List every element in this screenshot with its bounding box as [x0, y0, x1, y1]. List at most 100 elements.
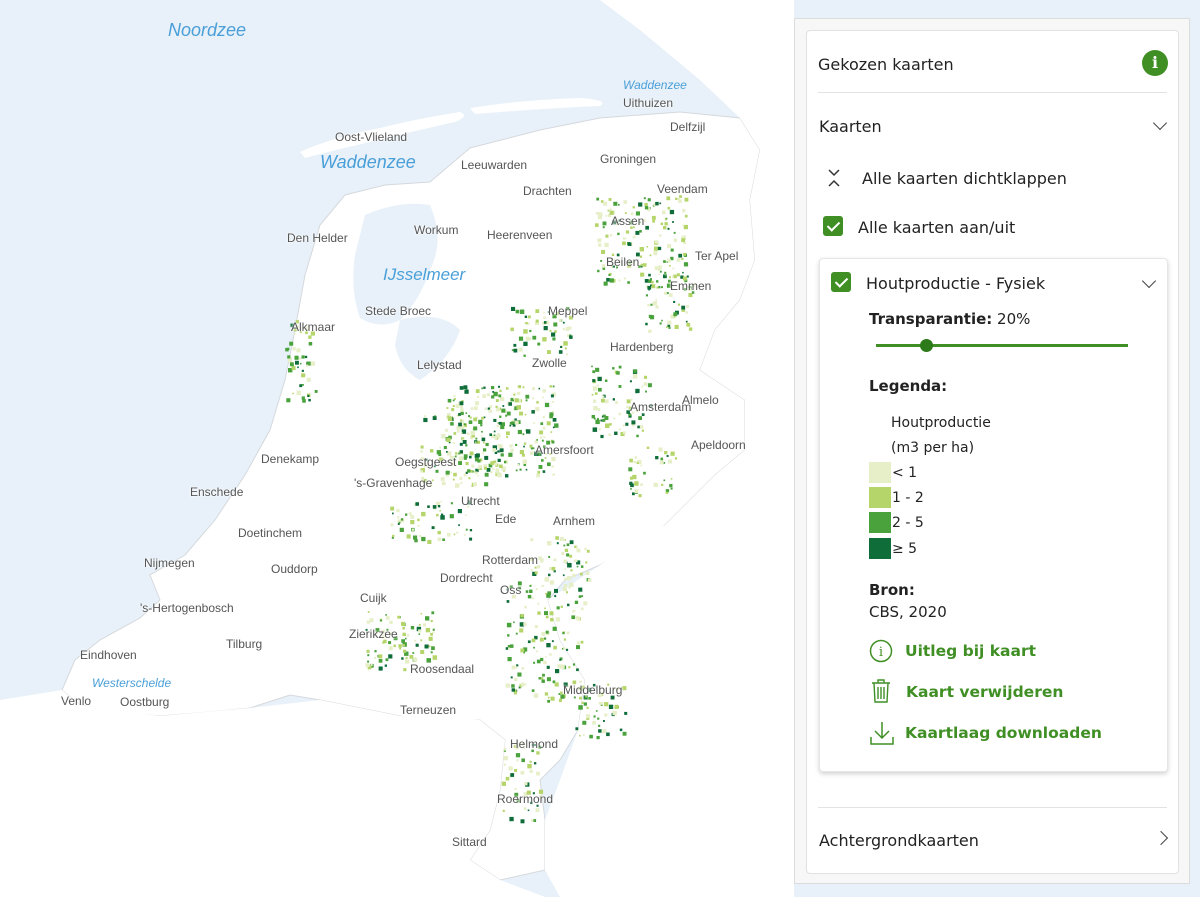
forest-cell — [542, 673, 545, 677]
collapse-all-icon[interactable] — [827, 167, 841, 189]
forest-cell — [525, 322, 528, 325]
forest-cell — [600, 200, 604, 203]
forest-cell — [668, 459, 672, 464]
forest-cell — [498, 444, 503, 449]
place-label: Dordrecht — [440, 571, 493, 585]
forest-cell — [605, 234, 609, 238]
forest-cell — [536, 401, 539, 404]
forest-cell — [543, 321, 547, 324]
forest-cell — [659, 202, 662, 205]
info-icon[interactable]: i — [1142, 50, 1168, 76]
download-icon[interactable] — [869, 720, 895, 746]
forest-cell — [593, 399, 597, 403]
forest-cell — [598, 724, 601, 727]
forest-cell — [465, 528, 468, 531]
forest-cell — [538, 387, 541, 390]
forest-cell — [535, 309, 540, 313]
forest-cell — [402, 627, 405, 630]
forest-cell — [452, 405, 455, 407]
legend-swatch-1 — [869, 462, 891, 483]
place-label: Zierikzee — [349, 627, 398, 641]
forest-cell — [565, 327, 570, 331]
forest-cell — [505, 647, 509, 650]
forest-cell — [626, 405, 629, 408]
forest-cell — [515, 443, 518, 446]
transparency-slider-handle[interactable] — [919, 339, 933, 352]
forest-cell — [589, 734, 593, 739]
forest-cell — [655, 305, 659, 309]
forest-cell — [603, 720, 605, 722]
forest-cell — [681, 305, 686, 310]
transparency-slider-track[interactable] — [876, 344, 1128, 347]
forest-cell — [489, 405, 493, 408]
forest-cell — [671, 275, 674, 278]
forest-cell — [464, 534, 466, 536]
forest-cell — [414, 656, 417, 659]
forest-cell — [645, 225, 649, 230]
forest-cell — [537, 470, 541, 474]
forest-cell — [582, 720, 587, 725]
forest-cell — [467, 469, 471, 473]
forest-cell — [397, 523, 400, 525]
forest-cell — [645, 294, 648, 297]
forest-cell — [469, 455, 472, 459]
forest-cell — [600, 260, 603, 262]
forest-cell — [535, 406, 540, 412]
forest-cell — [602, 221, 607, 226]
forest-cell — [478, 419, 483, 424]
forest-cell — [666, 455, 669, 457]
explain-map-link[interactable]: Uitleg bij kaart — [905, 642, 1036, 660]
place-label: Oegstgeest — [395, 455, 457, 469]
forest-cell — [522, 453, 525, 457]
forest-cell — [558, 350, 563, 354]
forest-cell — [291, 366, 296, 371]
layer-checkbox[interactable] — [831, 272, 851, 292]
place-label: Zwolle — [532, 356, 567, 370]
forest-cell — [576, 616, 581, 621]
forest-cell — [618, 279, 621, 282]
forest-cell — [523, 622, 527, 626]
forest-cell — [584, 547, 587, 550]
forest-cell — [591, 393, 594, 396]
forest-cell — [419, 534, 422, 537]
forest-cell — [418, 623, 421, 626]
forest-cell — [425, 627, 431, 633]
forest-cell — [523, 442, 527, 445]
kaarten-section-title[interactable]: Kaarten — [819, 117, 882, 136]
forest-cell — [568, 666, 571, 669]
forest-cell — [289, 341, 294, 346]
forest-cell — [457, 509, 462, 514]
forest-cell — [514, 769, 518, 772]
chevron-down-icon[interactable] — [1152, 115, 1168, 131]
remove-map-link[interactable]: Kaart verwijderen — [906, 683, 1063, 701]
forest-cell — [524, 413, 527, 416]
forest-cell — [412, 652, 415, 654]
forest-cell — [618, 385, 622, 388]
layer-chevron-down-icon[interactable] — [1141, 273, 1157, 289]
forest-cell — [551, 456, 556, 462]
source-label: Bron: — [869, 581, 915, 599]
chevron-right-icon[interactable] — [1153, 830, 1169, 846]
forest-cell — [523, 341, 528, 346]
forest-cell — [562, 586, 567, 592]
download-layer-link[interactable]: Kaartlaag downloaden — [905, 724, 1102, 742]
forest-cell — [308, 342, 313, 346]
forest-cell — [459, 442, 463, 446]
forest-cell — [531, 410, 535, 414]
forest-cell — [659, 460, 664, 465]
forest-cell — [667, 227, 670, 230]
forest-cell — [511, 349, 514, 352]
forest-cell — [520, 682, 525, 687]
forest-cell — [544, 611, 548, 616]
toggle-all-checkbox[interactable] — [823, 216, 843, 236]
forest-cell — [518, 347, 523, 352]
info-circle-icon[interactable]: i — [869, 639, 893, 663]
forest-cell — [674, 457, 678, 460]
forest-cell — [306, 377, 311, 382]
collapse-all-button[interactable]: Alle kaarten dichtklappen — [862, 169, 1067, 188]
background-maps-title[interactable]: Achtergrondkaarten — [819, 831, 979, 850]
place-label: Heerenveen — [487, 228, 553, 242]
forest-cell — [443, 446, 447, 450]
trash-icon[interactable] — [870, 679, 892, 703]
forest-cell — [440, 500, 443, 503]
